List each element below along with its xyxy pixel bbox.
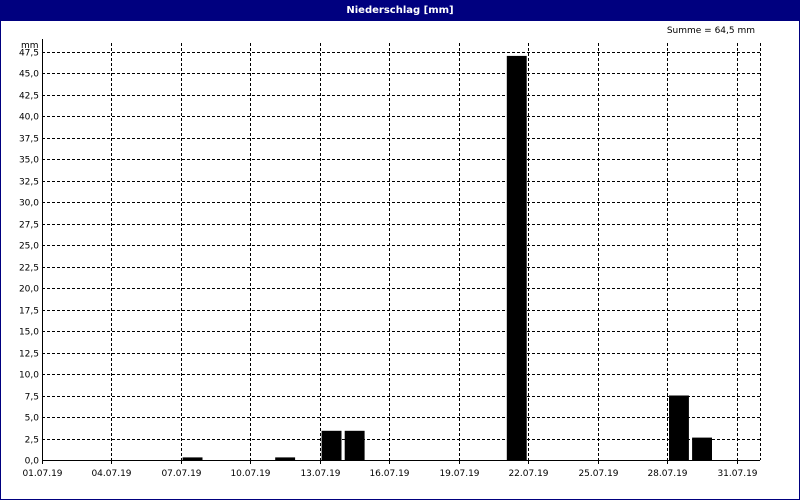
x-tick-label: 19.07.19: [439, 469, 479, 479]
x-tick-label: 28.07.19: [647, 469, 687, 479]
precipitation-chart: 0,0 2,5 5,0 7,5 10,0 12,5 15,0 17,5 20,0 22,5 25,0…: [19, 39, 761, 479]
grid-layer: [42, 43, 761, 460]
x-tick-label: 31.07.19: [717, 469, 757, 479]
x-tick-label: 10.07.19: [230, 469, 270, 479]
y-tick-label: 45,0: [19, 70, 39, 80]
y-tick-label: 17,5: [19, 307, 39, 317]
precipitation-bar: [321, 430, 342, 460]
precipitation-bar: [506, 55, 527, 461]
y-tick-label: 7,5: [25, 393, 39, 403]
y-axis-label: mm: [21, 41, 39, 51]
y-tick-label: 15,0: [19, 328, 39, 338]
precipitation-bar: [182, 457, 203, 460]
y-tick-label: 30,0: [19, 199, 39, 209]
y-tick-label: 32,5: [19, 178, 39, 188]
y-tick-label: 2,5: [25, 436, 39, 446]
chart-window: Niederschlag [mm] Summe = 64,5 mm 0,0 2,5…: [0, 0, 800, 500]
x-tick-label: 22.07.19: [508, 469, 548, 479]
y-tick-label: 5,0: [25, 414, 40, 424]
y-tick-label: 37,5: [19, 135, 39, 145]
x-tick-label: 01.07.19: [22, 469, 62, 479]
y-tick-label: 35,0: [19, 156, 39, 166]
y-tick-label: 25,0: [19, 242, 39, 252]
window-title: Niederschlag [mm]: [1, 1, 799, 21]
y-tick-label: 12,5: [19, 350, 39, 360]
y-tick-label: 0,0: [25, 457, 40, 467]
y-tick-label: 27,5: [19, 221, 39, 231]
y-tick-label: 22,5: [19, 264, 39, 274]
x-tick-label: 25.07.19: [578, 469, 618, 479]
y-tick-label: 20,0: [19, 285, 39, 295]
y-tick-label: 40,0: [19, 113, 39, 123]
precipitation-bar: [692, 437, 712, 460]
y-tick-label: 42,5: [19, 92, 39, 102]
x-tick-label: 16.07.19: [369, 469, 409, 479]
precipitation-bar: [344, 430, 365, 460]
x-tick-label: 04.07.19: [91, 469, 131, 479]
precipitation-bar: [275, 457, 296, 460]
x-tick-label: 13.07.19: [300, 469, 340, 479]
y-tick-label: 10,0: [19, 371, 39, 381]
x-tick-label: 07.07.19: [161, 469, 201, 479]
precipitation-bar: [669, 395, 689, 460]
